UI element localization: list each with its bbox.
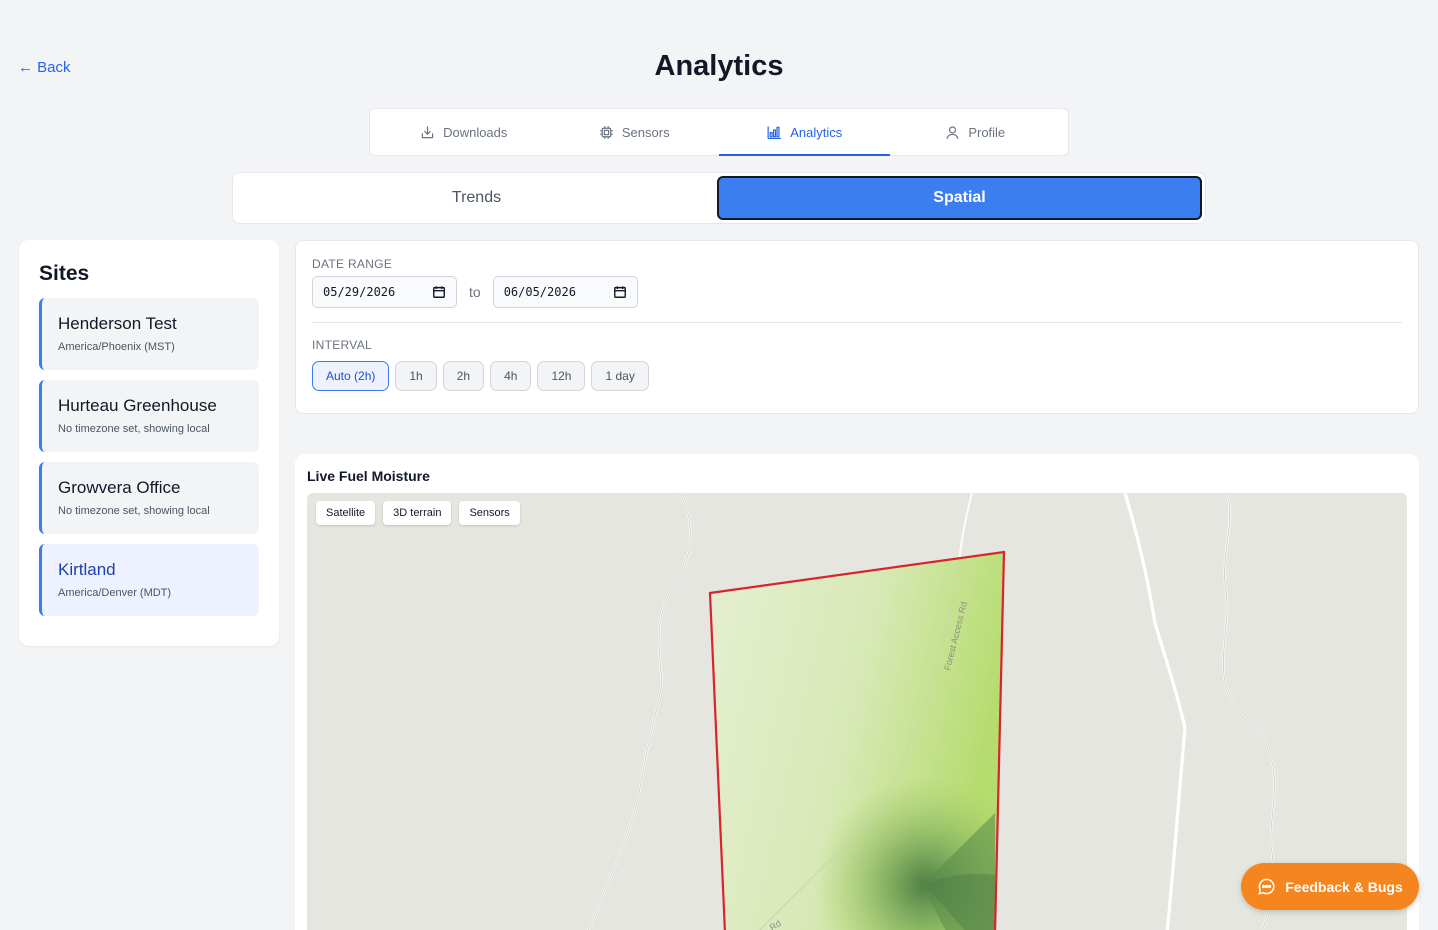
sensors-layer-button[interactable]: Sensors: [459, 501, 520, 525]
end-date-value: 06/05/2026: [503, 285, 576, 299]
site-name: Henderson Test: [58, 314, 177, 333]
site-name: Hurteau Greenhouse: [58, 396, 217, 415]
divider: [312, 322, 1402, 323]
view-toggle: Trends Spatial: [232, 172, 1206, 224]
tab-label: Downloads: [443, 124, 508, 140]
3d-terrain-button[interactable]: 3D terrain: [383, 501, 452, 525]
site-name: Growvera Office: [58, 478, 181, 497]
bar-chart-icon: [767, 126, 782, 139]
to-label: to: [469, 284, 481, 300]
tab-sensors[interactable]: Sensors: [549, 109, 720, 155]
tab-downloads[interactable]: Downloads: [378, 109, 549, 155]
site-timezone: America/Phoenix (MST): [58, 341, 175, 353]
tab-profile[interactable]: Profile: [890, 109, 1061, 155]
main-tab-bar: Downloads Sensors Analytics Profile: [369, 108, 1069, 156]
calendar-icon[interactable]: [432, 285, 446, 299]
tab-label: Profile: [968, 124, 1006, 140]
interval-label: INTERVAL: [312, 338, 372, 352]
site-card-growvera-office[interactable]: Growvera Office No timezone set, showing…: [39, 462, 259, 534]
satellite-button[interactable]: Satellite: [316, 501, 376, 525]
chat-bubble-icon: [1258, 878, 1275, 895]
map-trail: [587, 493, 692, 930]
date-range-label: DATE RANGE: [312, 257, 393, 271]
calendar-icon[interactable]: [613, 285, 627, 299]
map-title: Live Fuel Moisture: [307, 468, 430, 484]
sites-panel: Sites Henderson Test America/Phoenix (MS…: [19, 240, 279, 646]
start-date-input[interactable]: 05/29/2026: [312, 276, 457, 308]
interval-chip-12h[interactable]: 12h: [537, 361, 586, 391]
start-date-value: 05/29/2026: [323, 285, 396, 299]
spatial-button[interactable]: Spatial: [717, 176, 1202, 220]
map-base-layer: Forest Access Rd Rd: [587, 493, 1276, 930]
interval-chip-2h[interactable]: 2h: [442, 361, 485, 391]
map-road: [1123, 493, 1187, 930]
map-layer-controls: Satellite 3D terrain Sensors: [316, 501, 520, 525]
feedback-label: Feedback & Bugs: [1285, 878, 1403, 895]
site-card-henderson-test[interactable]: Henderson Test America/Phoenix (MST): [39, 298, 259, 370]
page-title: Analytics: [654, 50, 784, 82]
filter-panel: DATE RANGE 05/29/2026 to 06/05/2026 INTE…: [295, 240, 1419, 414]
tab-analytics[interactable]: Analytics: [719, 109, 890, 156]
map-trail: [958, 493, 973, 564]
site-timezone: No timezone set, showing local: [58, 505, 210, 517]
user-icon: [946, 125, 959, 139]
trends-button[interactable]: Trends: [236, 176, 717, 220]
tab-label: Analytics: [790, 124, 843, 140]
site-card-hurteau-greenhouse[interactable]: Hurteau Greenhouse No timezone set, show…: [39, 380, 259, 452]
end-date-input[interactable]: 06/05/2026: [492, 276, 638, 308]
chip-icon: [600, 125, 613, 139]
tab-label: Sensors: [621, 124, 670, 140]
site-timezone: America/Denver (MDT): [58, 587, 172, 599]
interval-chip-1-day[interactable]: 1 day: [591, 361, 649, 391]
map-trail: [587, 493, 691, 930]
map-canvas[interactable]: Forest Access Rd Rd Satellite 3D terrain…: [307, 493, 1407, 930]
interval-chip-4h[interactable]: 4h: [490, 361, 532, 391]
map-panel: Live Fuel Moisture Forest Access Rd Rd S…: [295, 454, 1419, 930]
interval-chip-auto[interactable]: Auto (2h): [312, 361, 390, 391]
feedback-button[interactable]: Feedback & Bugs: [1241, 863, 1419, 910]
download-icon: [421, 126, 434, 138]
sites-title: Sites: [39, 262, 90, 285]
interval-chip-1h[interactable]: 1h: [395, 361, 437, 391]
site-card-kirtland[interactable]: Kirtland America/Denver (MDT): [39, 544, 259, 616]
site-timezone: No timezone set, showing local: [58, 423, 210, 435]
date-range-row: 05/29/2026 to 06/05/2026: [312, 276, 1402, 308]
interval-options: Auto (2h) 1h 2h 4h 12h 1 day: [312, 361, 1402, 391]
site-name: Kirtland: [58, 560, 116, 579]
